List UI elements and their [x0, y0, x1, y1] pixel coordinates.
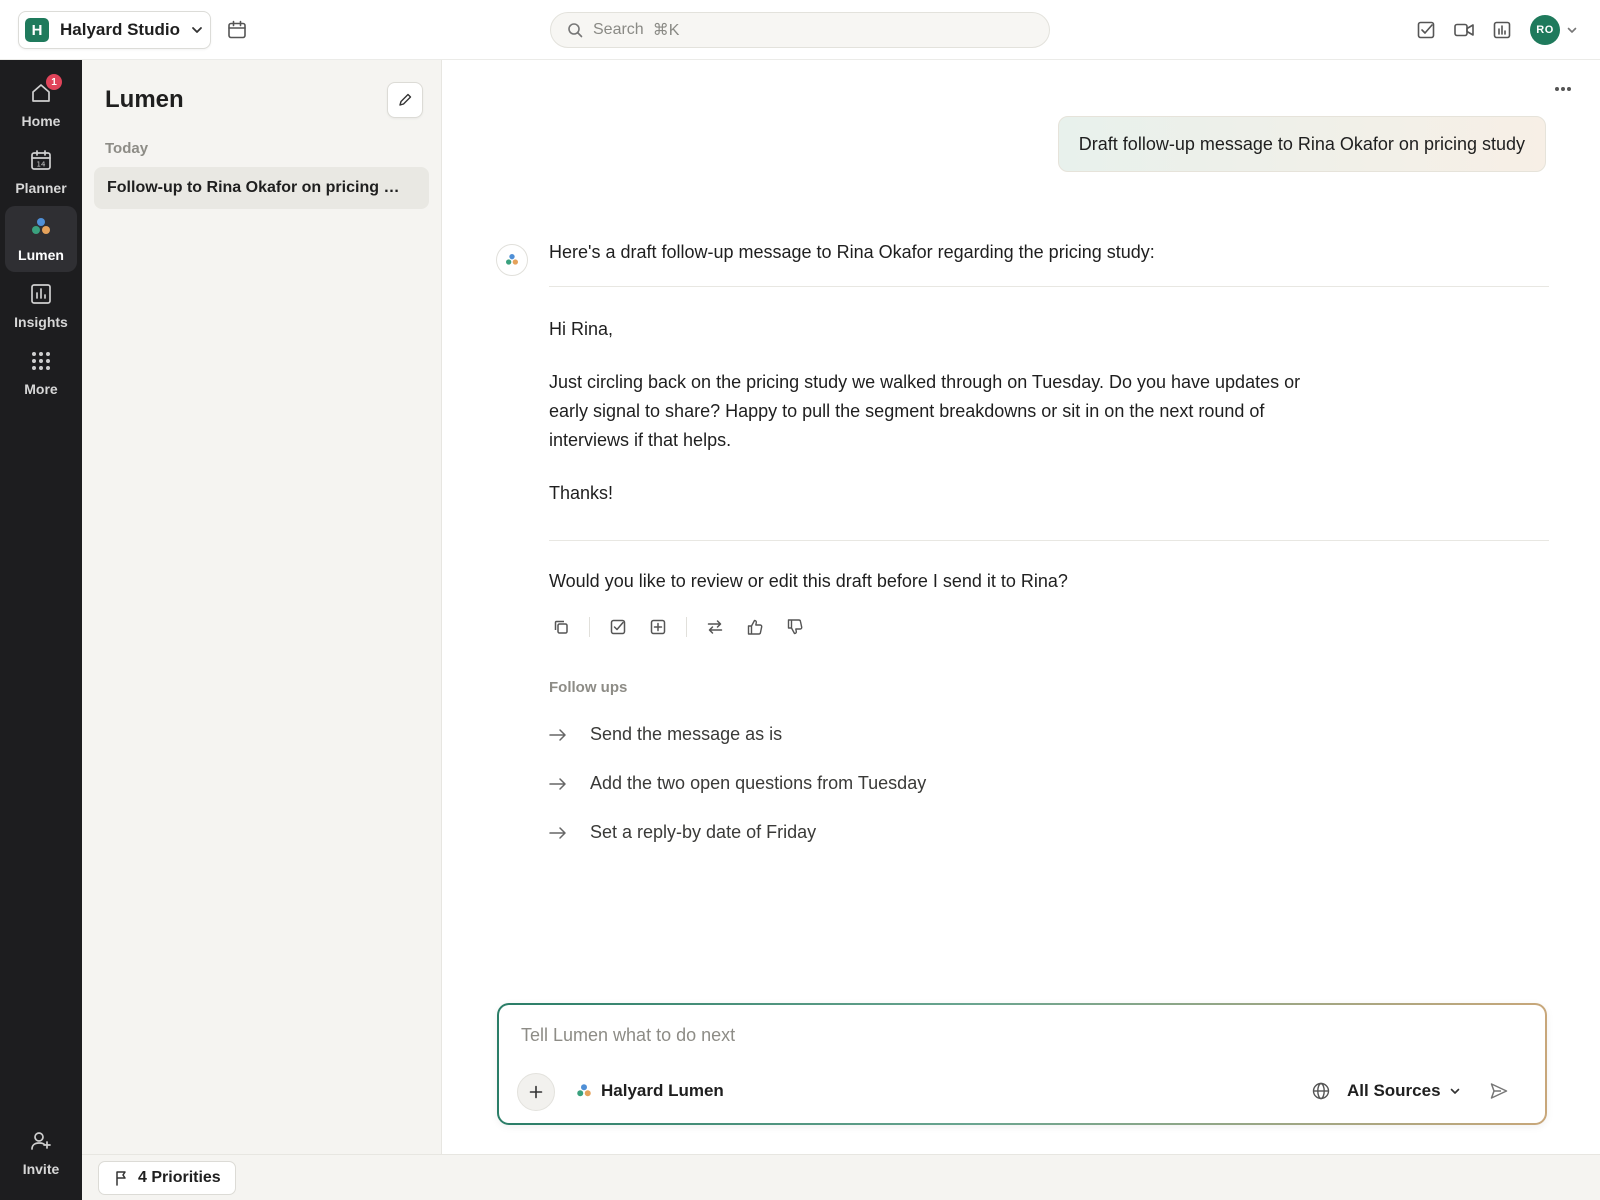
attach-button[interactable]	[517, 1073, 555, 1111]
sources-label: All Sources	[1347, 1081, 1441, 1100]
add-to-doc-icon[interactable]	[646, 615, 670, 639]
video-icon[interactable]	[1452, 18, 1476, 42]
search-placeholder: Search	[593, 21, 644, 38]
assistant-intro: Here's a draft follow-up message to Rina…	[549, 242, 1155, 262]
priorities-label: 4 Priorities	[138, 1169, 221, 1186]
insights-chart-icon	[28, 281, 54, 307]
panel-title: Lumen	[105, 86, 184, 113]
rail-item-insights[interactable]: Insights	[5, 273, 77, 339]
conversation-item[interactable]: Follow-up to Rina Okafor on pricing stud…	[94, 167, 429, 209]
top-bar: H Halyard Studio Search ⌘K RO	[0, 0, 1600, 60]
draft-body: Just circling back on the pricing study …	[549, 372, 1301, 450]
divider	[549, 540, 1549, 541]
planner-day: 14	[37, 161, 46, 169]
followup-text: Add the two open questions from Tuesday	[590, 773, 927, 793]
chevron-down-icon	[1449, 1085, 1461, 1097]
rail-item-planner[interactable]: 14 Planner	[5, 139, 77, 205]
copy-icon[interactable]	[549, 615, 573, 639]
followup-item[interactable]: Set a reply-by date of Friday	[549, 808, 1549, 857]
chart-panel-icon[interactable]	[1490, 18, 1514, 42]
rail-label: Home	[21, 113, 61, 129]
rail-label: Insights	[14, 314, 68, 330]
more-options-icon[interactable]	[1552, 78, 1574, 100]
user-avatar[interactable]: RO	[1530, 15, 1560, 45]
followup-item[interactable]: Add the two open questions from Tuesday	[549, 759, 1549, 808]
group-label-today: Today	[105, 140, 149, 157]
followup-text: Send the message as is	[590, 724, 783, 744]
lumen-icon	[575, 1082, 593, 1100]
rail-item-invite[interactable]: Invite	[5, 1120, 77, 1186]
rail-label: Invite	[22, 1161, 60, 1177]
assistant-message: Here's a draft follow-up message to Rina…	[549, 240, 1549, 857]
thumbs-down-icon[interactable]	[783, 615, 807, 639]
rail-label: More	[24, 381, 58, 397]
chat-main: Draft follow-up message to Rina Okafor o…	[443, 60, 1600, 1154]
user-message: Draft follow-up message to Rina Okafor o…	[1057, 116, 1546, 172]
globe-icon[interactable]	[1311, 1081, 1331, 1101]
separator	[589, 617, 590, 637]
search-icon	[567, 22, 583, 38]
nav-rail: 1 Home 14 Planner Lumen Insights More In…	[0, 60, 82, 1200]
workspace-switcher[interactable]: H Halyard Studio	[18, 11, 211, 49]
rail-item-lumen[interactable]: Lumen	[5, 206, 77, 272]
search-bar[interactable]: Search ⌘K	[550, 12, 1050, 48]
pencil-icon	[397, 92, 413, 108]
followups-label: Follow ups	[549, 679, 628, 696]
arrow-right-icon	[549, 826, 573, 840]
conversation-panel: Lumen Today Follow-up to Rina Okafor on …	[82, 60, 442, 1154]
regenerate-icon[interactable]	[703, 615, 727, 639]
composer: Tell Lumen what to do next Halyard Lumen…	[497, 1003, 1547, 1125]
create-task-icon[interactable]	[606, 615, 630, 639]
draft-signoff: Thanks!	[549, 483, 614, 503]
rail-item-home[interactable]: 1 Home	[5, 72, 77, 138]
flag-icon	[114, 1170, 128, 1186]
notification-badge: 1	[46, 74, 62, 90]
arrow-right-icon	[549, 728, 573, 742]
add-user-icon	[28, 1128, 54, 1154]
conversation-title: Follow-up to Rina Okafor on pricing stud…	[107, 179, 407, 196]
planner-calendar-icon: 14	[28, 147, 54, 173]
grid-dots-icon	[28, 348, 54, 374]
followup-item[interactable]: Send the message as is	[549, 710, 1549, 759]
lumen-icon	[28, 214, 54, 240]
send-icon[interactable]	[1489, 1081, 1509, 1101]
priorities-button[interactable]: 4 Priorities	[98, 1161, 236, 1195]
task-check-icon[interactable]	[1414, 18, 1438, 42]
new-chat-button[interactable]	[387, 82, 423, 118]
model-label: Halyard Lumen	[601, 1081, 724, 1100]
chevron-down-icon	[190, 23, 204, 37]
assistant-question: Would you like to review or edit this dr…	[549, 571, 1068, 591]
home-icon: 1	[28, 74, 62, 106]
plus-icon	[529, 1085, 543, 1099]
followups-list: Send the message as is Add the two open …	[549, 710, 1549, 857]
search-shortcut: ⌘K	[652, 22, 680, 39]
lumen-avatar-icon	[496, 244, 528, 276]
rail-item-more[interactable]: More	[5, 340, 77, 406]
separator	[686, 617, 687, 637]
sources-dropdown[interactable]: All Sources	[1347, 1081, 1461, 1101]
message-actions	[549, 615, 1549, 639]
calendar-icon[interactable]	[226, 19, 248, 41]
thumbs-up-icon[interactable]	[743, 615, 767, 639]
workspace-logo: H	[25, 18, 49, 42]
bottom-bar: 4 Priorities	[82, 1154, 1600, 1200]
workspace-name: Halyard Studio	[60, 20, 180, 39]
draft-message: Hi Rina, Just circling back on the prici…	[549, 315, 1319, 508]
followup-text: Set a reply-by date of Friday	[590, 822, 817, 842]
composer-input[interactable]: Tell Lumen what to do next	[521, 1025, 735, 1046]
draft-greeting: Hi Rina,	[549, 319, 614, 339]
divider	[549, 286, 1549, 287]
rail-label: Planner	[15, 180, 67, 196]
chevron-down-icon[interactable]	[1566, 24, 1578, 36]
model-selector[interactable]: Halyard Lumen	[575, 1081, 724, 1101]
rail-label: Lumen	[18, 247, 64, 263]
arrow-right-icon	[549, 777, 573, 791]
